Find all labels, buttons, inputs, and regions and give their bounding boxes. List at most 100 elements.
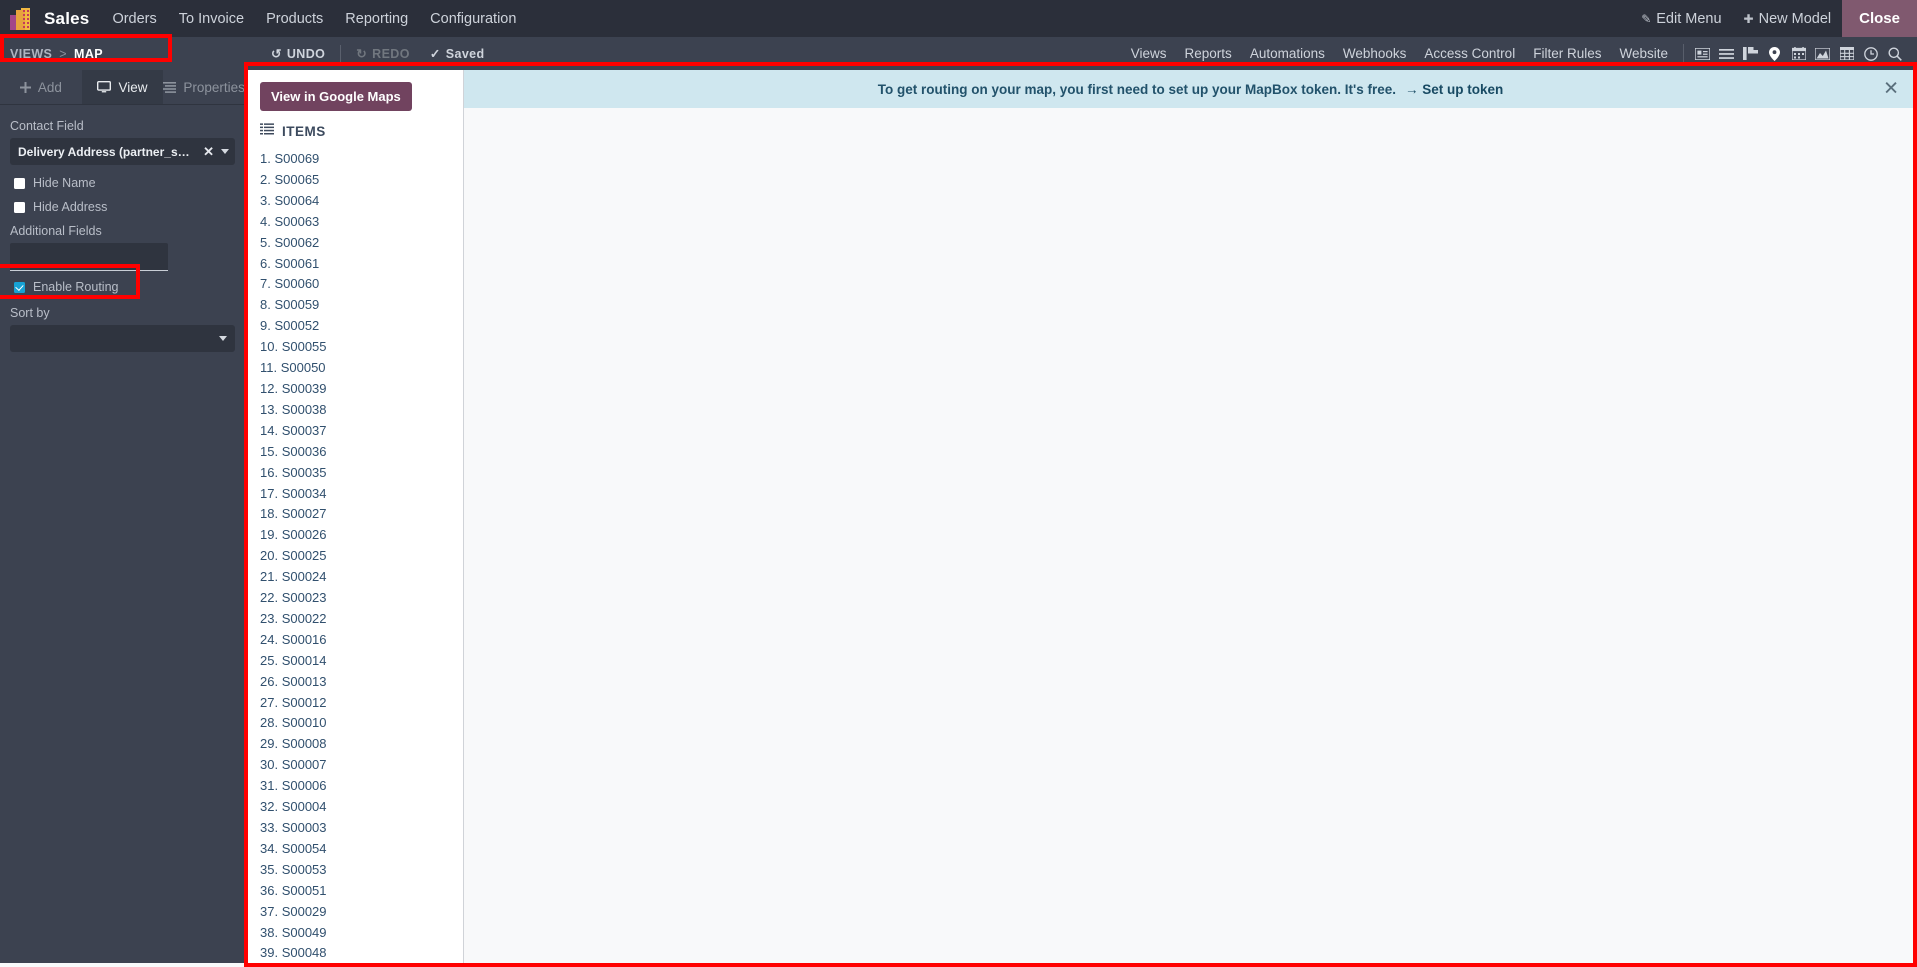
list-item[interactable]: 19. S00026 <box>260 525 463 546</box>
list-item[interactable]: 1. S00069 <box>260 149 463 170</box>
list-item-index: 20. <box>260 548 282 564</box>
list-item[interactable]: 35. S00053 <box>260 860 463 881</box>
list-item[interactable]: 16. S00035 <box>260 463 463 484</box>
list-item[interactable]: 7. S00060 <box>260 274 463 295</box>
list-item[interactable]: 15. S00036 <box>260 442 463 463</box>
search-icon[interactable] <box>1884 43 1905 64</box>
chevron-down-icon[interactable] <box>221 149 229 154</box>
list-item-index: 25. <box>260 652 282 668</box>
list-item[interactable]: 8. S00059 <box>260 295 463 316</box>
list-item[interactable]: 34. S00054 <box>260 839 463 860</box>
sort-by-label: Sort by <box>10 306 50 320</box>
new-model-button[interactable]: ✚ New Model <box>1733 0 1843 37</box>
app-brand-sales[interactable]: Sales <box>42 9 101 29</box>
enable-routing-label: Enable Routing <box>33 280 119 294</box>
list-item[interactable]: 5. S00062 <box>260 233 463 254</box>
list-item[interactable]: 28. S00010 <box>260 713 463 734</box>
menu-item-reporting[interactable]: Reporting <box>334 2 419 36</box>
graph-icon[interactable] <box>1812 43 1833 64</box>
cp-link-automations[interactable]: Automations <box>1241 46 1334 61</box>
tab-properties[interactable]: Properties <box>163 70 246 104</box>
hide-address-row[interactable]: Hide Address <box>14 200 235 214</box>
list-item[interactable]: 27. S00012 <box>260 693 463 714</box>
saved-label: Saved <box>445 46 485 61</box>
list-item[interactable]: 2. S00065 <box>260 170 463 191</box>
items-list: 1. S00069 2. S00065 3. S00064 4. S00063 5. S… <box>260 149 463 963</box>
close-button[interactable]: Close <box>1842 0 1917 37</box>
list-item[interactable]: 9. S00052 <box>260 316 463 337</box>
list-item[interactable]: 37. S00029 <box>260 902 463 923</box>
tab-view[interactable]: View <box>81 70 164 104</box>
list-item[interactable]: 6. S00061 <box>260 254 463 275</box>
list-item[interactable]: 13. S00038 <box>260 400 463 421</box>
list-item[interactable]: 12. S00039 <box>260 379 463 400</box>
list-item[interactable]: 36. S00051 <box>260 881 463 902</box>
map-canvas[interactable] <box>464 108 1917 963</box>
activity-clock-icon[interactable] <box>1860 43 1881 64</box>
list-item[interactable]: 26. S00013 <box>260 672 463 693</box>
calendar-icon[interactable] <box>1788 43 1809 64</box>
list-item[interactable]: 32. S00004 <box>260 797 463 818</box>
additional-fields-input[interactable] <box>10 243 168 271</box>
cp-link-access-control[interactable]: Access Control <box>1415 46 1524 61</box>
list-item-index: 33. <box>260 820 282 835</box>
list-item[interactable]: 11. S00050 <box>260 358 463 379</box>
hide-name-row[interactable]: Hide Name <box>14 176 235 190</box>
cp-link-website[interactable]: Website <box>1610 46 1677 61</box>
hide-address-checkbox[interactable] <box>14 201 25 213</box>
items-panel: View in Google Maps ITEMS 1. S00069 2. S0… <box>246 70 464 963</box>
close-x-icon[interactable]: ✕ <box>196 144 221 160</box>
enable-routing-row[interactable]: Enable Routing <box>14 280 235 294</box>
odoo-sales-logo-icon[interactable] <box>8 6 36 32</box>
list-item[interactable]: 31. S00006 <box>260 776 463 797</box>
alert-close-icon[interactable]: ✕ <box>1883 80 1899 99</box>
undo-button[interactable]: ↺ UNDO <box>263 43 333 64</box>
list-item[interactable]: 38. S00049 <box>260 923 463 944</box>
list-item[interactable]: 39. S00048 <box>260 943 463 963</box>
list-item-index: 26. <box>260 673 282 689</box>
hide-name-checkbox[interactable] <box>14 177 25 189</box>
list-item[interactable]: 20. S00025 <box>260 546 463 567</box>
view-in-google-maps-button[interactable]: View in Google Maps <box>260 82 412 111</box>
list-item[interactable]: 24. S00016 <box>260 630 463 651</box>
cp-link-views[interactable]: Views <box>1122 46 1176 61</box>
menu-item-products[interactable]: Products <box>255 2 334 36</box>
list-item[interactable]: 30. S00007 <box>260 755 463 776</box>
list-item[interactable]: 21. S00024 <box>260 567 463 588</box>
list-item[interactable]: 25. S00014 <box>260 651 463 672</box>
list-item[interactable]: 10. S00055 <box>260 337 463 358</box>
chevron-down-icon[interactable] <box>219 336 227 341</box>
gantt-icon[interactable] <box>1740 43 1761 64</box>
hide-address-label: Hide Address <box>33 200 108 214</box>
breadcrumb-views[interactable]: VIEWS <box>10 47 52 61</box>
cp-link-reports[interactable]: Reports <box>1176 46 1241 61</box>
list-item[interactable]: 22. S00023 <box>260 588 463 609</box>
menu-item-configuration[interactable]: Configuration <box>419 2 527 36</box>
kanban-icon[interactable] <box>1692 43 1713 64</box>
redo-arrow-icon: ↻ <box>356 47 368 61</box>
list-item[interactable]: 3. S00064 <box>260 191 463 212</box>
list-item[interactable]: 4. S00063 <box>260 212 463 233</box>
cp-link-filter-rules[interactable]: Filter Rules <box>1524 46 1610 61</box>
tab-add[interactable]: Add <box>0 70 82 104</box>
menu-item-to-invoice[interactable]: To Invoice <box>168 2 255 36</box>
list-item[interactable]: 18. S00027 <box>260 504 463 525</box>
menu-item-orders[interactable]: Orders <box>101 2 167 36</box>
edit-menu-button[interactable]: ✎ Edit Menu <box>1630 0 1732 37</box>
list-item[interactable]: 23. S00022 <box>260 609 463 630</box>
list-item[interactable]: 14. S00037 <box>260 421 463 442</box>
breadcrumb: VIEWS > MAP <box>0 37 103 70</box>
pivot-icon[interactable] <box>1836 43 1857 64</box>
list-item[interactable]: 17. S00034 <box>260 484 463 505</box>
map-pin-icon[interactable] <box>1764 43 1785 64</box>
list-item-index: 34. <box>260 840 282 856</box>
list-icon[interactable] <box>1716 43 1737 64</box>
list-item[interactable]: 29. S00008 <box>260 734 463 755</box>
contact-field-select[interactable]: Delivery Address (partner_shipping... ✕ <box>10 138 235 165</box>
set-up-token-link[interactable]: → Set up token <box>1405 82 1503 97</box>
list-item[interactable]: 33. S00003 <box>260 818 463 839</box>
enable-routing-checkbox[interactable] <box>14 281 25 293</box>
cp-link-webhooks[interactable]: Webhooks <box>1334 46 1416 61</box>
sort-by-select[interactable] <box>10 325 235 352</box>
redo-button[interactable]: ↻ REDO <box>348 43 418 64</box>
